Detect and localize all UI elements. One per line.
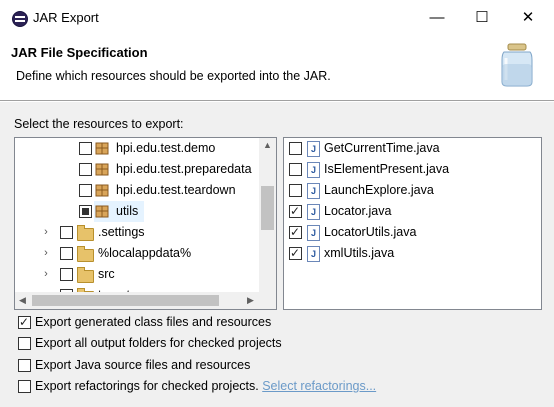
file-checkbox[interactable]: [289, 222, 302, 243]
tree-vertical-scrollbar[interactable]: ▲: [259, 138, 276, 292]
file-label: Locator.java: [324, 204, 392, 218]
minimize-button[interactable]: —: [417, 6, 457, 30]
tree-item-checkbox[interactable]: [79, 142, 92, 155]
tree-item-label: .settings: [98, 225, 145, 239]
tree-item-checkbox[interactable]: [60, 226, 73, 239]
file-checkbox[interactable]: [289, 243, 302, 264]
expand-chevron-icon[interactable]: ›: [41, 264, 51, 285]
title-bar: JAR Export — ☐ ✕: [0, 0, 554, 36]
horizontal-scroll-thumb[interactable]: [32, 295, 219, 306]
page-title: JAR File Specification: [11, 45, 148, 60]
vertical-scroll-thumb[interactable]: [261, 186, 274, 230]
option-label: Export generated class files and resourc…: [35, 315, 272, 329]
java-file-icon: J: [307, 225, 320, 241]
folder-icon: [77, 246, 94, 262]
package-icon: [95, 142, 109, 155]
folder-icon: [77, 225, 94, 241]
file-list[interactable]: J GetCurrentTime.java J IsElementPresent…: [283, 137, 542, 310]
file-label: IsElementPresent.java: [324, 162, 450, 176]
maximize-button[interactable]: ☐: [462, 6, 502, 30]
option-checkbox[interactable]: [18, 312, 31, 332]
resources-label: Select the resources to export:: [14, 117, 184, 131]
tree-item-checkbox[interactable]: [79, 163, 92, 176]
window-title: JAR Export: [33, 10, 99, 25]
option-label-text: Export refactorings for checked projects…: [35, 379, 259, 393]
option-checkbox[interactable]: [18, 337, 31, 350]
option-label: Export all output folders for checked pr…: [35, 336, 282, 350]
package-icon: [95, 184, 109, 197]
file-checkbox[interactable]: [289, 184, 302, 197]
select-refactorings-link[interactable]: Select refactorings...: [262, 379, 376, 393]
file-checkbox[interactable]: [289, 142, 302, 155]
tree-item-label: hpi.edu.test.demo: [116, 141, 216, 155]
java-file-icon: J: [307, 141, 320, 157]
close-button[interactable]: ✕: [508, 6, 548, 30]
option-label: Export refactorings for checked projects…: [35, 376, 376, 396]
eclipse-icon: [12, 11, 28, 27]
file-label: xmlUtils.java: [324, 246, 395, 260]
java-file-icon: J: [307, 246, 320, 262]
option-checkbox[interactable]: [18, 359, 31, 372]
option-checkbox[interactable]: [18, 380, 31, 393]
tree-item-label: utils: [116, 204, 139, 218]
file-label: LocatorUtils.java: [324, 225, 417, 239]
java-file-icon: J: [307, 183, 320, 199]
package-icon: [95, 163, 109, 176]
package-icon: [95, 205, 109, 218]
java-file-icon: J: [307, 162, 320, 178]
jar-icon: [501, 43, 533, 87]
tree-item-label: src: [98, 267, 115, 281]
tree-item-checkbox[interactable]: [79, 205, 92, 218]
scroll-up-arrow-icon[interactable]: ▲: [263, 140, 272, 150]
file-checkbox[interactable]: [289, 201, 302, 222]
page-description: Define which resources should be exporte…: [16, 69, 331, 83]
file-label: LaunchExplore.java: [324, 183, 434, 197]
wizard-body: Select the resources to export: hpi.edu.…: [0, 102, 554, 407]
file-checkbox[interactable]: [289, 163, 302, 176]
resource-tree[interactable]: hpi.edu.test.demo hpi.edu.test.prepareda…: [14, 137, 277, 310]
tree-item-label: %localappdata%: [98, 246, 192, 260]
tree-item-checkbox[interactable]: [60, 247, 73, 260]
option-label: Export Java source files and resources: [35, 358, 251, 372]
tree-item-label: hpi.edu.test.teardown: [116, 183, 236, 197]
tree-item-checkbox[interactable]: [79, 184, 92, 197]
scroll-right-arrow-icon[interactable]: ▶: [247, 295, 254, 306]
expand-chevron-icon[interactable]: ›: [41, 243, 51, 264]
tree-horizontal-scrollbar[interactable]: ◀ ▶: [15, 292, 276, 309]
folder-icon: [77, 267, 94, 283]
wizard-header: JAR File Specification Define which reso…: [0, 36, 554, 100]
expand-chevron-icon[interactable]: ›: [41, 222, 51, 243]
scroll-left-arrow-icon[interactable]: ◀: [19, 295, 26, 306]
java-file-icon: J: [307, 204, 320, 220]
file-label: GetCurrentTime.java: [324, 141, 440, 155]
tree-item-checkbox[interactable]: [60, 268, 73, 281]
tree-item-label: hpi.edu.test.preparedata: [116, 162, 252, 176]
